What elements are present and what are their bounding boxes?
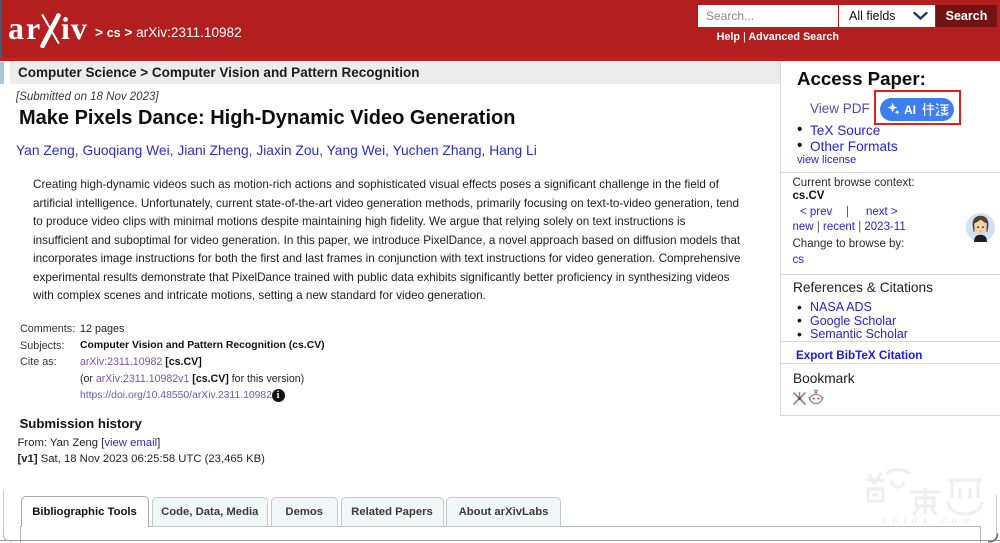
svg-text:zhidx.com: zhidx.com [882,516,977,527]
